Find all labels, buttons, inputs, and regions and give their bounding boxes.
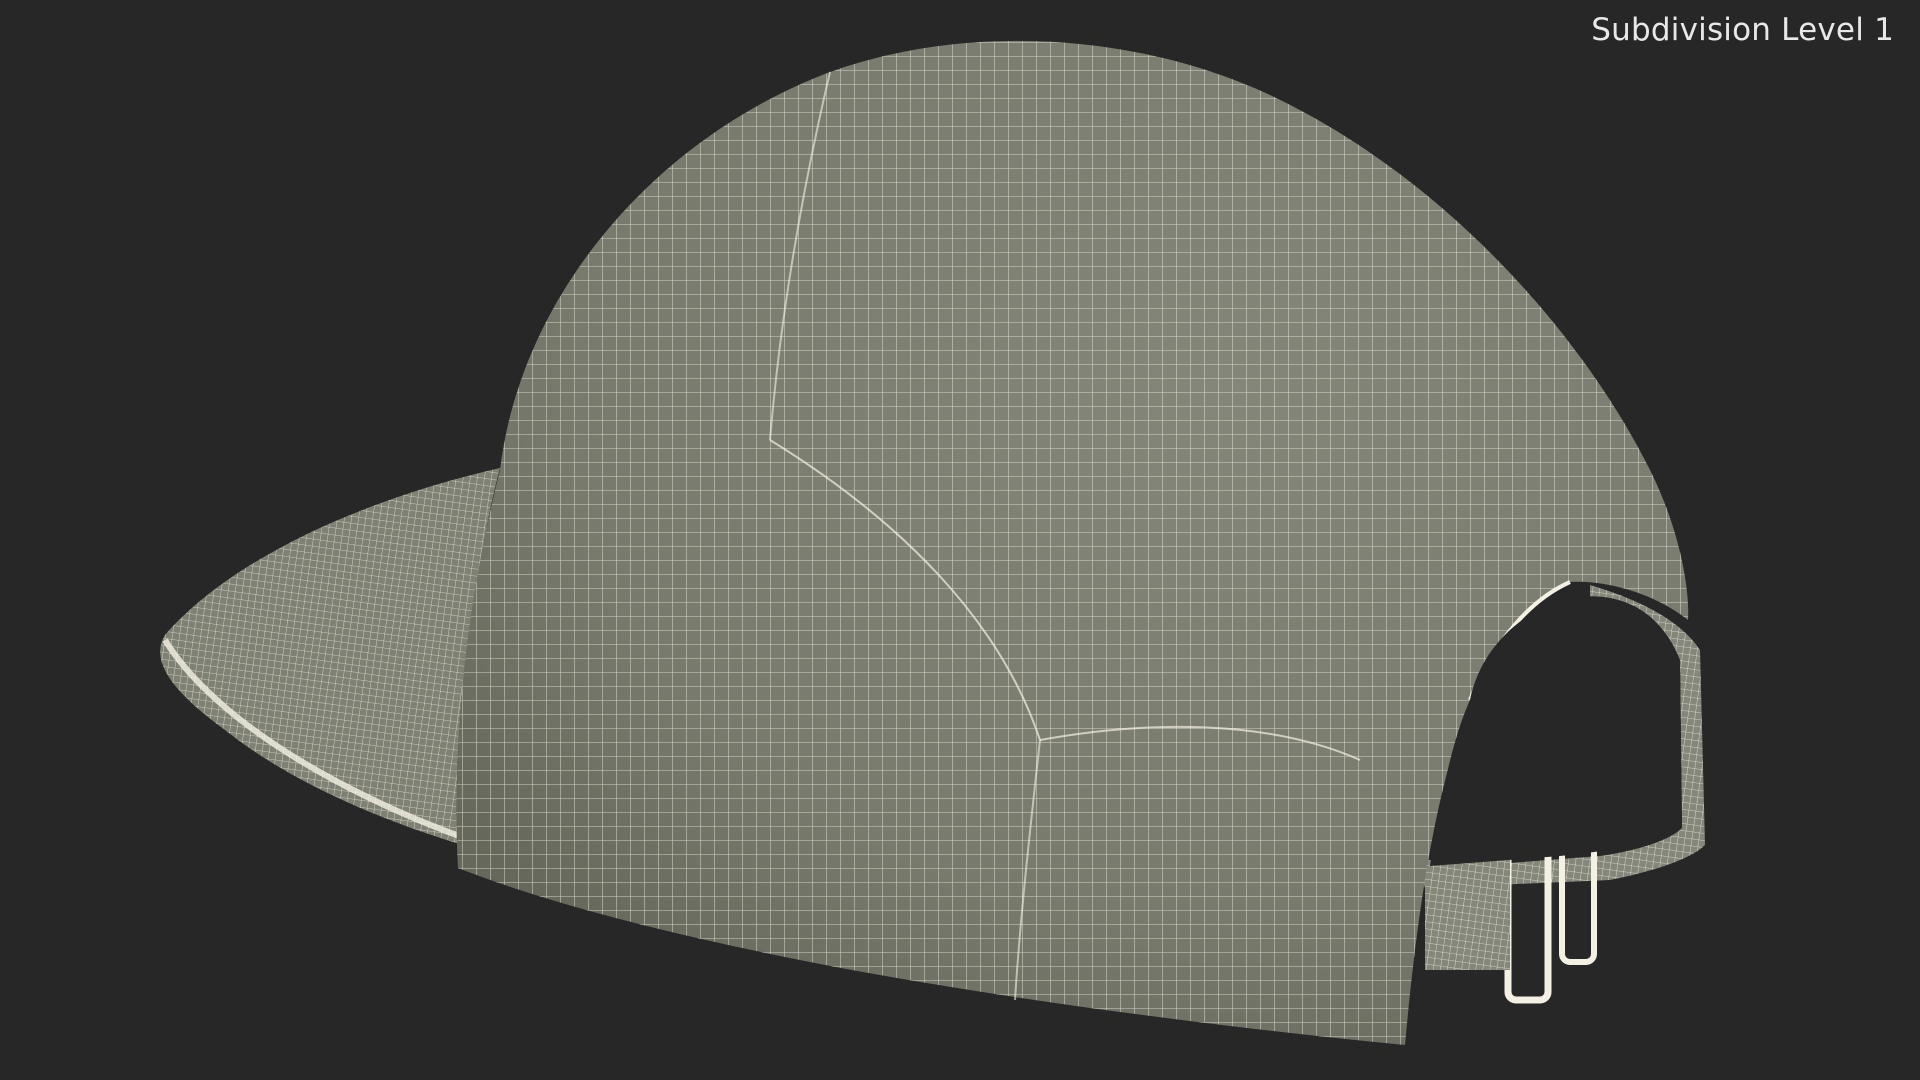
render-viewport: Subdivision Level 1 (0, 0, 1920, 1080)
cap-wireframe-render (160, 40, 1705, 1045)
subdivision-level-label: Subdivision Level 1 (1591, 12, 1894, 48)
